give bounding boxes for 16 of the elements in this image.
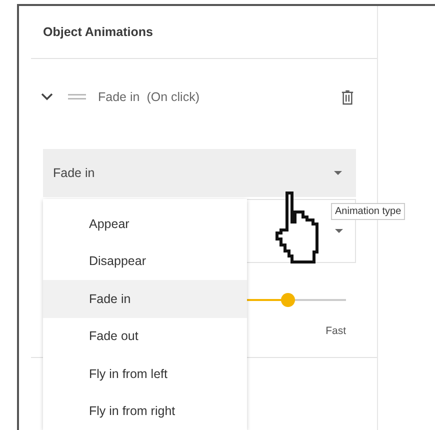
menu-item[interactable]: Fade out <box>43 318 247 355</box>
menu-item[interactable]: Disappear <box>43 242 247 280</box>
menu-item[interactable]: Fly in from right <box>43 392 247 430</box>
menu-item[interactable]: Appear <box>43 205 247 242</box>
tooltip: Animation type <box>331 203 406 220</box>
animation-name: Fade in <box>98 90 140 104</box>
animation-type-select[interactable]: Fade in <box>43 149 356 197</box>
panel-title: Object Animations <box>43 25 153 39</box>
slider-label: Fast <box>326 325 346 337</box>
caret-icon <box>334 171 342 175</box>
menu-item[interactable]: Fly in from left <box>43 355 247 392</box>
caret-icon <box>335 229 343 233</box>
animation-trigger: (On click) <box>146 90 200 104</box>
menu-item[interactable]: Fade in <box>43 280 247 318</box>
drag-handle-icon[interactable] <box>68 94 86 100</box>
trash-icon[interactable] <box>341 90 354 104</box>
